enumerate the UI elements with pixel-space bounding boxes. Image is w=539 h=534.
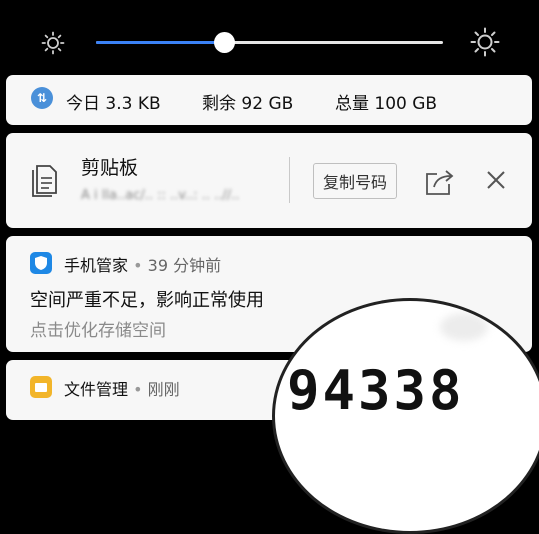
app-name: 手机管家 — [64, 256, 129, 275]
notification-header: 手机管家 • 39 分钟前 — [64, 252, 221, 276]
notification-title: 空间严重不足，影响正常使用 — [30, 290, 264, 311]
today-usage: 今日 3.3 KB — [66, 94, 161, 114]
status-shade — [0, 0, 539, 74]
data-usage-card[interactable]: ⇅ 今日 3.3 KB 剩余 92 GB 总量 100 GB — [6, 75, 532, 125]
notification-time: 39 分钟前 — [147, 256, 222, 275]
total-data: 总量 100 GB — [335, 94, 438, 114]
glare — [440, 313, 488, 341]
watermark-number: 94338 — [287, 359, 465, 422]
share-icon[interactable] — [424, 167, 456, 197]
clipboard-card[interactable]: 剪贴板 A i lla..ac/.. :: ..v..: .. ..//.. 复… — [6, 133, 532, 228]
watermark-stamp: 94338 — [272, 298, 539, 534]
data-transfer-icon: ⇅ — [31, 87, 53, 109]
clipboard-title: 剪贴板 — [81, 157, 139, 179]
folder-icon — [30, 376, 52, 398]
brightness-slider-fill — [96, 41, 225, 44]
brightness-high-icon — [470, 27, 500, 57]
separator-dot: • — [133, 380, 143, 399]
app-name: 文件管理 — [64, 380, 129, 399]
brightness-slider-thumb[interactable] — [214, 32, 236, 53]
notification-subtitle: 点击优化存储空间 — [30, 321, 166, 341]
notification-header: 文件管理 • 刚刚 — [64, 376, 180, 400]
copy-number-button[interactable]: 复制号码 — [313, 163, 397, 199]
phone-manager-shield-icon — [30, 252, 52, 274]
clipboard-preview: A i lla..ac/.. :: ..v..: .. ..//.. — [81, 188, 240, 203]
notification-time: 刚刚 — [147, 380, 180, 399]
clipboard-document-icon — [32, 165, 57, 197]
brightness-low-icon — [41, 31, 65, 55]
brightness-slider[interactable] — [96, 32, 443, 53]
divider — [289, 157, 290, 203]
separator-dot: • — [133, 256, 143, 275]
remaining-data: 剩余 92 GB — [202, 94, 294, 114]
close-icon[interactable] — [485, 169, 507, 191]
